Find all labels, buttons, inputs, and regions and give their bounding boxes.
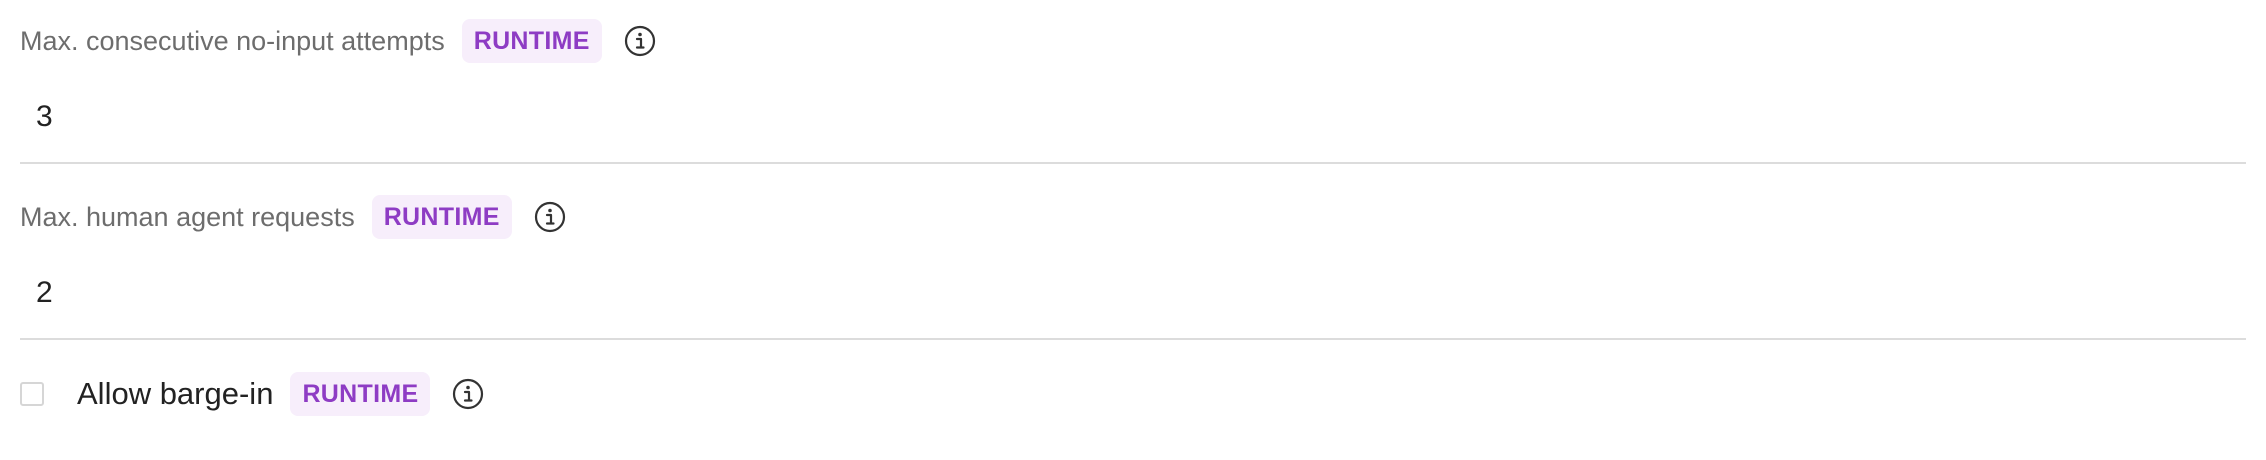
human-agent-requests-label-row: Max. human agent requests RUNTIME [20, 193, 566, 241]
no-input-attempts-label: Max. consecutive no-input attempts [20, 25, 445, 56]
no-input-attempts-label-row: Max. consecutive no-input attempts RUNTI… [20, 17, 656, 65]
no-input-attempts-value: 3 [36, 100, 53, 133]
runtime-badge: RUNTIME [371, 195, 512, 239]
barge-in-row: Allow barge-in RUNTIME [20, 370, 484, 418]
no-input-attempts-input[interactable]: 3 [20, 90, 2246, 164]
barge-in-checkbox[interactable] [20, 382, 44, 406]
info-icon[interactable] [534, 201, 566, 233]
info-icon[interactable] [624, 25, 656, 57]
runtime-badge: RUNTIME [290, 372, 431, 416]
human-agent-requests-value: 2 [36, 276, 53, 309]
settings-panel: Max. consecutive no-input attempts RUNTI… [0, 0, 2266, 460]
human-agent-requests-label: Max. human agent requests [20, 201, 355, 232]
human-agent-requests-input[interactable]: 2 [20, 266, 2246, 340]
runtime-badge: RUNTIME [461, 19, 602, 63]
barge-in-label[interactable]: Allow barge-in [77, 376, 273, 412]
info-icon[interactable] [452, 378, 484, 410]
